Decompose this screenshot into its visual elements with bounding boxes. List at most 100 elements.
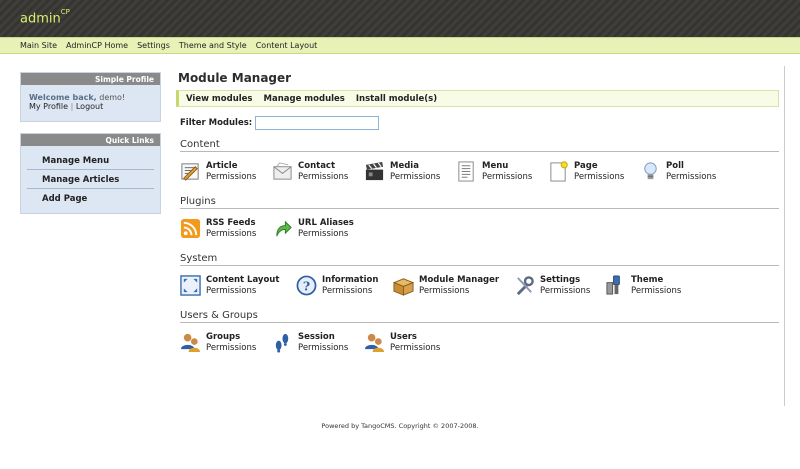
menu-icon[interactable] xyxy=(456,161,477,182)
username: demo! xyxy=(99,93,126,102)
module-name[interactable]: Article xyxy=(206,161,256,172)
module-name[interactable]: RSS Feeds xyxy=(206,218,256,229)
permissions-link[interactable]: Permissions xyxy=(298,229,354,240)
add-page-link[interactable]: Add Page xyxy=(42,194,87,204)
module-poll: Poll Permissions xyxy=(640,161,732,187)
module-name[interactable]: Groups xyxy=(206,332,256,343)
module-name[interactable]: Theme xyxy=(631,275,681,286)
content-layout-icon[interactable] xyxy=(180,275,201,296)
module-name[interactable]: Poll xyxy=(666,161,716,172)
nav-content-layout[interactable]: Content Layout xyxy=(256,41,318,50)
logo-sup: CP xyxy=(60,8,70,16)
settings-icon[interactable] xyxy=(514,275,535,296)
permissions-link[interactable]: Permissions xyxy=(298,343,348,354)
permissions-link[interactable]: Permissions xyxy=(298,172,348,183)
article-icon[interactable] xyxy=(180,161,201,182)
quick-links-box: Quick Links Manage Menu Manage Articles … xyxy=(20,133,161,214)
footer: Powered by TangoCMS. Copyright © 2007-20… xyxy=(321,422,479,430)
module-name[interactable]: Media xyxy=(390,161,440,172)
nav-settings[interactable]: Settings xyxy=(137,41,170,50)
groups-icon[interactable] xyxy=(180,332,201,353)
permissions-link[interactable]: Permissions xyxy=(206,343,256,354)
module-contact: Contact Permissions xyxy=(272,161,364,187)
view-modules-link[interactable]: View modules xyxy=(186,94,253,104)
link-separator: | xyxy=(70,102,74,111)
filter-row: Filter Modules: xyxy=(180,116,780,130)
install-modules-link[interactable]: Install module(s) xyxy=(356,94,437,104)
section-items-content: Article Permissions Contact Permissions xyxy=(180,161,780,187)
permissions-link[interactable]: Permissions xyxy=(574,172,624,183)
module-rss-feeds: RSS Feeds Permissions xyxy=(180,218,272,244)
session-icon[interactable] xyxy=(272,332,293,353)
module-name[interactable]: Information xyxy=(322,275,378,286)
permissions-link[interactable]: Permissions xyxy=(631,286,681,297)
section-title-users-groups: Users & Groups xyxy=(180,310,779,323)
svg-text:?: ? xyxy=(303,278,310,293)
module-name[interactable]: Content Layout xyxy=(206,275,279,286)
module-name[interactable]: URL Aliases xyxy=(298,218,354,229)
poll-icon[interactable] xyxy=(640,161,661,182)
quick-links-list: Manage Menu Manage Articles Add Page xyxy=(21,146,160,213)
content-border xyxy=(784,66,785,406)
filter-label: Filter Modules: xyxy=(180,118,253,128)
nav-main-site[interactable]: Main Site xyxy=(20,41,57,50)
my-profile-link[interactable]: My Profile xyxy=(29,102,68,111)
module-page: Page Permissions xyxy=(548,161,640,187)
module-url-aliases: URL Aliases Permissions xyxy=(272,218,364,244)
permissions-link[interactable]: Permissions xyxy=(666,172,716,183)
module-theme: Theme Permissions xyxy=(605,275,697,301)
logo[interactable]: adminCP xyxy=(20,8,70,26)
theme-icon[interactable] xyxy=(605,275,626,296)
manage-articles-link[interactable]: Manage Articles xyxy=(42,175,119,185)
quick-link-item: Manage Articles xyxy=(27,170,154,189)
manage-modules-link[interactable]: Manage modules xyxy=(264,94,345,104)
logout-link[interactable]: Logout xyxy=(76,102,103,111)
filter-modules-input[interactable] xyxy=(255,116,380,130)
welcome-prefix: Welcome back, xyxy=(29,93,97,102)
module-information: ? Information Permissions xyxy=(296,275,393,301)
information-icon[interactable]: ? xyxy=(296,275,317,296)
permissions-link[interactable]: Permissions xyxy=(482,172,532,183)
module-name[interactable]: Module Manager xyxy=(419,275,499,286)
permissions-link[interactable]: Permissions xyxy=(390,172,440,183)
welcome-text: Welcome back, demo! xyxy=(29,93,152,102)
nav-admincp-home[interactable]: AdminCP Home xyxy=(66,41,128,50)
nav-theme-and-style[interactable]: Theme and Style xyxy=(179,41,247,50)
rss-icon[interactable] xyxy=(180,218,201,239)
permissions-link[interactable]: Permissions xyxy=(390,343,440,354)
main-content: Module Manager View modules Manage modul… xyxy=(170,66,780,358)
module-name[interactable]: Session xyxy=(298,332,348,343)
module-name[interactable]: Page xyxy=(574,161,624,172)
quick-link-item: Manage Menu xyxy=(27,151,154,170)
permissions-link[interactable]: Permissions xyxy=(322,286,378,297)
media-icon[interactable] xyxy=(364,161,385,182)
users-icon[interactable] xyxy=(364,332,385,353)
module-content-layout: Content Layout Permissions xyxy=(180,275,296,301)
module-manager-icon[interactable] xyxy=(393,275,414,296)
layout: Simple Profile Welcome back, demo! My Pr… xyxy=(0,54,800,406)
manage-menu-link[interactable]: Manage Menu xyxy=(42,156,109,166)
url-alias-icon[interactable] xyxy=(272,218,293,239)
permissions-link[interactable]: Permissions xyxy=(540,286,590,297)
permissions-link[interactable]: Permissions xyxy=(419,286,499,297)
module-name[interactable]: Contact xyxy=(298,161,348,172)
section-items-users-groups: Groups Permissions Session Permissions U… xyxy=(180,332,780,358)
module-name[interactable]: Users xyxy=(390,332,440,343)
quick-links-title: Quick Links xyxy=(21,134,160,146)
module-module-manager: Module Manager Permissions xyxy=(393,275,514,301)
module-media: Media Permissions xyxy=(364,161,456,187)
permissions-link[interactable]: Permissions xyxy=(206,172,256,183)
permissions-link[interactable]: Permissions xyxy=(206,229,256,240)
page-icon[interactable] xyxy=(548,161,569,182)
module-name[interactable]: Settings xyxy=(540,275,590,286)
module-groups: Groups Permissions xyxy=(180,332,272,358)
profile-box-title: Simple Profile xyxy=(21,73,160,85)
module-name[interactable]: Menu xyxy=(482,161,532,172)
contact-icon[interactable] xyxy=(272,161,293,182)
module-settings: Settings Permissions xyxy=(514,275,605,301)
permissions-link[interactable]: Permissions xyxy=(206,286,279,297)
page-title: Module Manager xyxy=(178,71,292,85)
profile-links: My Profile | Logout xyxy=(29,102,152,111)
module-users: Users Permissions xyxy=(364,332,456,358)
section-title-content: Content xyxy=(180,139,779,152)
